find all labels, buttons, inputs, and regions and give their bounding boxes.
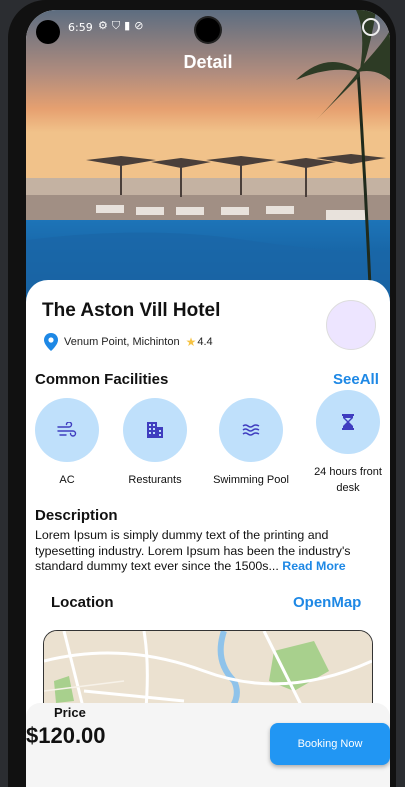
facility-front-desk[interactable]: 24 hours front desk (303, 390, 390, 496)
hotel-location: Venum Point, Michinton (64, 336, 180, 348)
block-icon: ⊘ (134, 19, 148, 32)
hero-image: 6:59 ⚙⛉▮⊘ Detail (26, 10, 390, 310)
booking-now-button[interactable]: Booking Now (270, 723, 390, 765)
facility-icon-circle (219, 398, 283, 462)
facility-ac[interactable]: AC (26, 398, 112, 488)
hotel-rating: 4.4 (197, 336, 213, 348)
settings-icon: ⚙ (98, 19, 112, 32)
facility-label: Resturants (128, 474, 182, 486)
sim-icon: ▮ (124, 19, 135, 32)
screen: 6:59 ⚙⛉▮⊘ Detail The Aston Vill Hotel Ve… (26, 10, 390, 787)
waves-icon (242, 424, 260, 436)
hotel-name: The Aston Vill Hotel (42, 300, 221, 321)
location-row: Venum Point, Michinton ★ 4.4 (44, 333, 213, 351)
open-map-link[interactable]: OpenMap (293, 594, 361, 611)
star-icon: ★ (185, 335, 197, 349)
price-label: Price (54, 705, 86, 720)
read-more-link[interactable]: Read More (282, 559, 345, 573)
price-value: $120.00 (26, 723, 106, 748)
facilities-title: Common Facilities (35, 371, 169, 388)
booking-bar: Price $120.00 Booking Now (26, 703, 390, 787)
facility-icon-circle (123, 398, 187, 462)
facility-label: 24 hours front desk (314, 466, 382, 494)
facility-restaurants[interactable]: Resturants (110, 398, 200, 488)
wind-icon (57, 422, 77, 437)
facility-label: AC (59, 474, 75, 486)
hourglass-icon (342, 414, 354, 430)
location-title: Location (51, 594, 114, 611)
shield-icon: ⛉ (111, 19, 125, 32)
status-icons: ⚙⛉▮⊘ (98, 19, 147, 33)
see-all-link[interactable]: SeeAll (333, 371, 379, 388)
facilities-list: AC Resturants Swimming Pool 24 hours fro… (26, 390, 390, 498)
status-time: 6:59 (68, 21, 93, 34)
facility-label: Swimming Pool (213, 474, 289, 486)
avatar[interactable] (326, 300, 376, 350)
front-camera (196, 18, 220, 42)
description-text: Lorem Ipsum is simply dummy text of the … (35, 528, 385, 575)
facility-icon-circle (316, 390, 380, 454)
facility-icon-circle (35, 398, 99, 462)
facility-swimming-pool[interactable]: Swimming Pool (206, 398, 296, 488)
description-title: Description (35, 507, 118, 524)
building-icon (147, 422, 163, 438)
camera-cutout (36, 20, 60, 44)
location-pin-icon (44, 333, 58, 351)
signal-icon (362, 18, 380, 36)
status-bar: 6:59 ⚙⛉▮⊘ (26, 10, 390, 44)
page-title: Detail (183, 52, 233, 72)
